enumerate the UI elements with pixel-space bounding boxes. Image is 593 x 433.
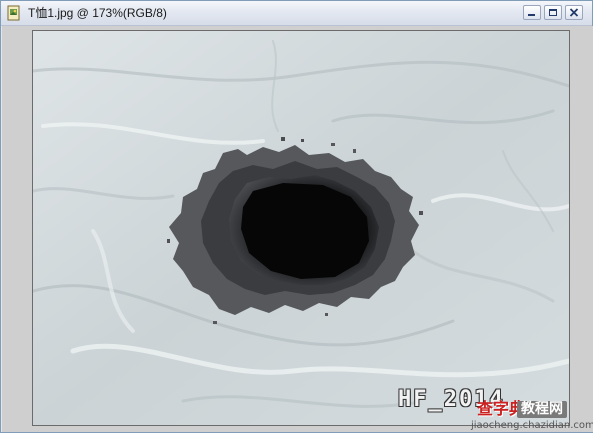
document-window: T恤1.jpg @ 173%(RGB/8) HF_2014 查字典 教程网 ji… — [0, 0, 593, 433]
document-image-icon — [6, 5, 22, 21]
canvas-area[interactable] — [1, 26, 593, 432]
tshirt-image — [33, 31, 569, 425]
title-bar[interactable]: T恤1.jpg @ 173%(RGB/8) — [1, 1, 592, 26]
minimize-button[interactable] — [523, 5, 541, 20]
minimize-icon — [528, 14, 535, 16]
close-icon — [569, 8, 579, 17]
maximize-button[interactable] — [544, 5, 562, 20]
site-url: jiaocheng.chazidian.com — [471, 420, 593, 431]
site-name-right: 教程网 — [517, 401, 567, 418]
close-button[interactable] — [565, 5, 583, 20]
site-watermark: 查字典 教程网 — [477, 400, 588, 420]
image-canvas[interactable] — [32, 30, 570, 426]
maximize-icon — [549, 9, 557, 16]
window-title: T恤1.jpg @ 173%(RGB/8) — [28, 6, 167, 20]
